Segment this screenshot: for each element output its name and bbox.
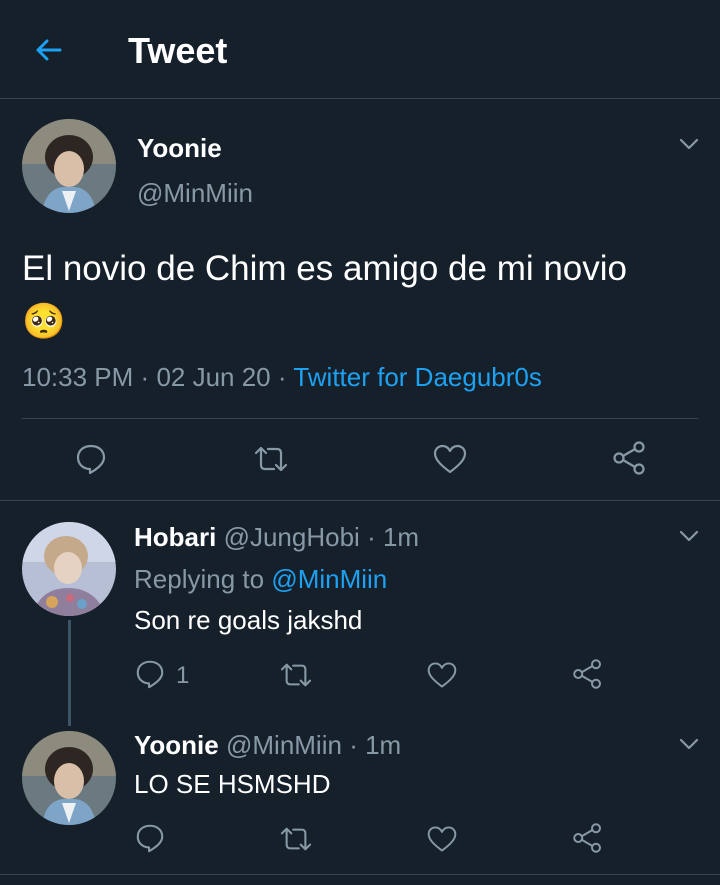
share-icon[interactable] (572, 658, 604, 690)
like-heart-icon[interactable] (432, 443, 468, 475)
reply-handle[interactable]: @JungHobi (224, 522, 360, 552)
reply-display-name[interactable]: Yoonie (134, 730, 219, 760)
thread-connector-line (68, 620, 71, 726)
reply-text: LO SE HSMSHD (134, 769, 331, 799)
replying-to-label: Replying to (134, 564, 265, 594)
tweet-text-body: El novio de Chim es amigo de mi novio (22, 249, 628, 288)
chevron-down-icon[interactable] (678, 525, 700, 547)
pleading-face-emoji: 🥺 (22, 302, 66, 342)
meta-separator: · (277, 362, 287, 392)
reply-count: 1 (176, 662, 190, 689)
tweet-meta: 10:33 PM · 02 Jun 20 · Twitter for Daegu… (22, 362, 542, 393)
reply-text: Son re goals jakshd (134, 605, 363, 635)
tweet-source-link[interactable]: Twitter for Daegubr0s (293, 362, 542, 392)
header-divider (0, 98, 720, 99)
reply-dot: · (349, 730, 358, 760)
reply-handle[interactable]: @MinMiin (226, 730, 342, 760)
share-icon[interactable] (572, 822, 604, 854)
page-title: Tweet (128, 30, 228, 71)
reply-header: Yoonie @MinMiin · 1m (134, 730, 401, 761)
replying-to-handle[interactable]: @MinMiin (271, 564, 387, 594)
reply-icon[interactable] (74, 442, 108, 476)
chevron-down-icon[interactable] (678, 133, 700, 155)
action-divider (22, 418, 698, 419)
tweet-date: 02 Jun 20 (156, 362, 271, 392)
main-tweet-divider (0, 500, 720, 501)
handle[interactable]: @MinMiin (137, 178, 253, 209)
share-icon[interactable] (612, 441, 648, 475)
reply-display-name[interactable]: Hobari (134, 522, 216, 552)
retweet-icon[interactable] (252, 443, 290, 475)
reply-avatar[interactable] (22, 731, 116, 825)
retweet-icon[interactable] (278, 660, 314, 690)
display-name[interactable]: Yoonie (137, 133, 222, 164)
tweet-time: 10:33 PM (22, 362, 134, 392)
bottom-divider (0, 874, 720, 875)
like-heart-icon[interactable] (426, 824, 458, 854)
back-arrow-icon[interactable] (32, 33, 66, 67)
avatar[interactable] (22, 119, 116, 213)
reply-header: Hobari @JungHobi · 1m (134, 522, 419, 553)
reply-icon[interactable] (134, 658, 166, 690)
reply-icon[interactable] (134, 822, 166, 854)
chevron-down-icon[interactable] (678, 733, 700, 755)
reply-dot: · (367, 522, 376, 552)
tweet-text: El novio de Chim es amigo de mi novio 🥺 (22, 242, 662, 349)
reply-time: 1m (382, 522, 420, 552)
meta-separator: · (140, 362, 150, 392)
reply-avatar[interactable] (22, 522, 116, 616)
retweet-icon[interactable] (278, 824, 314, 854)
reply-time: 1m (365, 730, 402, 760)
like-heart-icon[interactable] (426, 660, 458, 690)
replying-to: Replying to @MinMiin (134, 564, 387, 595)
